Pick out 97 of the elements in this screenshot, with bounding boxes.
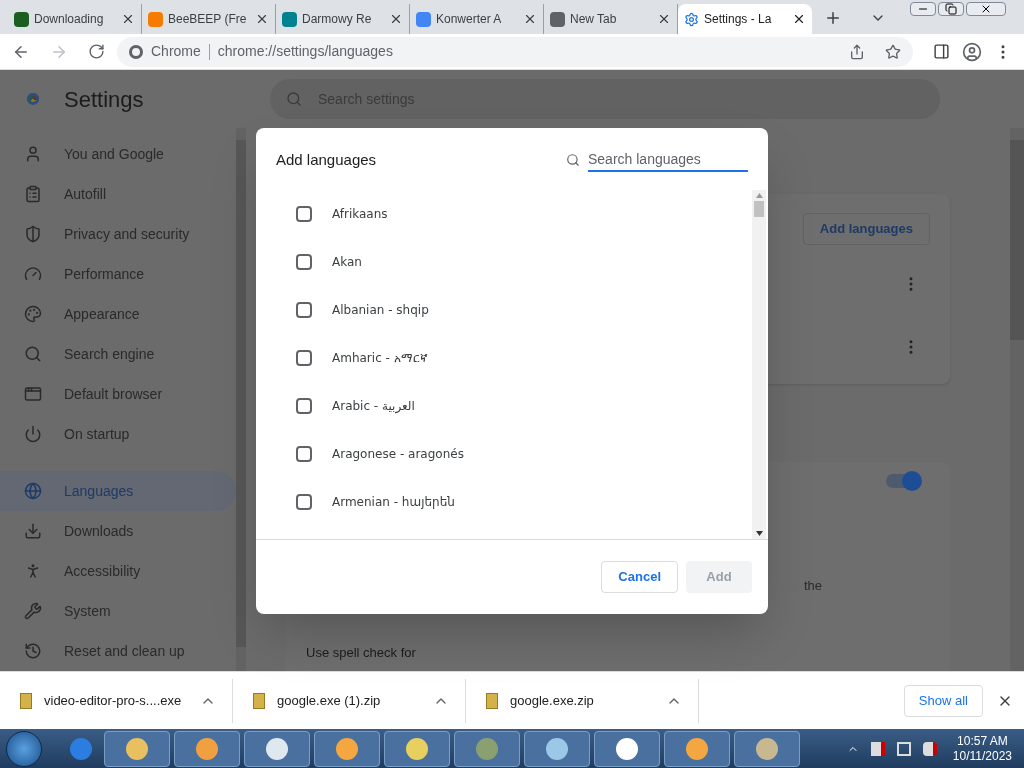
- restore-icon[interactable]: [938, 2, 964, 16]
- checkbox[interactable]: [296, 206, 312, 222]
- file-icon: [253, 692, 265, 709]
- browser-tab[interactable]: Settings - La: [678, 4, 812, 34]
- nav-item[interactable]: Privacy and security: [0, 214, 236, 254]
- person-icon: [24, 145, 42, 163]
- minimize-icon[interactable]: [910, 2, 936, 16]
- close-icon[interactable]: [255, 12, 269, 26]
- download-item[interactable]: video-editor-pro-s....exe: [0, 678, 233, 723]
- language-option[interactable]: Akan: [296, 238, 752, 286]
- language-option[interactable]: Amharic - አማርኛ: [296, 334, 752, 382]
- taskbar-app-icon[interactable]: [594, 731, 660, 767]
- nav-item[interactable]: Default browser: [0, 374, 236, 414]
- clock-date: 10/11/2023: [952, 749, 1012, 764]
- download-icon: [24, 522, 42, 540]
- file-icon: [486, 692, 498, 709]
- close-icon[interactable]: [792, 12, 806, 26]
- download-item[interactable]: google.exe.zip: [466, 678, 699, 723]
- taskbar-app-icon[interactable]: [384, 731, 450, 767]
- taskbar-app-icon[interactable]: [104, 731, 170, 767]
- scroll-down-icon[interactable]: [755, 531, 763, 536]
- wrench-icon: [24, 602, 42, 620]
- checkbox[interactable]: [296, 254, 312, 270]
- taskbar-app-icon[interactable]: [244, 731, 310, 767]
- search-languages-field[interactable]: Search languages: [588, 148, 748, 172]
- power-icon: [24, 425, 42, 443]
- browser-tab[interactable]: Downloading: [8, 4, 142, 34]
- taskbar-app-icon[interactable]: [664, 731, 730, 767]
- file-icon: [20, 692, 32, 709]
- checkbox[interactable]: [296, 494, 312, 510]
- palette-icon: [24, 305, 42, 323]
- toggle-switch[interactable]: [886, 474, 920, 488]
- address-bar[interactable]: Chrome chrome://settings/languages: [117, 36, 913, 67]
- nav-item[interactable]: You and Google: [0, 134, 236, 174]
- close-icon[interactable]: [657, 12, 671, 26]
- checkbox[interactable]: [296, 446, 312, 462]
- nav-item[interactable]: On startup: [0, 414, 236, 454]
- search-icon: [24, 345, 42, 363]
- cancel-button[interactable]: Cancel: [601, 561, 678, 593]
- site-icon: [14, 11, 29, 27]
- nav-item[interactable]: Reset and clean up: [0, 631, 236, 671]
- new-tab-icon[interactable]: [824, 9, 842, 27]
- nav-item[interactable]: Downloads: [0, 511, 236, 551]
- browser-tab[interactable]: BeeBEEP (Fre: [142, 4, 276, 34]
- language-option[interactable]: Arabic - العربية: [296, 382, 752, 430]
- site-icon: [416, 11, 431, 27]
- reload-icon[interactable]: [88, 43, 105, 60]
- nav-item[interactable]: Search engine: [0, 334, 236, 374]
- clock-time: 10:57 AM: [957, 734, 1008, 749]
- language-option[interactable]: Armenian - հայերեն: [296, 478, 752, 526]
- checkbox[interactable]: [296, 398, 312, 414]
- profile-icon[interactable]: [962, 41, 982, 62]
- dialog-title: Add languages: [276, 149, 377, 170]
- close-icon[interactable]: [121, 12, 135, 26]
- browser-tab[interactable]: Darmowy Re: [276, 4, 410, 34]
- nav-item[interactable]: Accessibility: [0, 551, 236, 591]
- language-option[interactable]: Albanian - shqip: [296, 286, 752, 334]
- checkbox[interactable]: [296, 350, 312, 366]
- site-icon: [550, 11, 565, 27]
- taskbar-app-icon[interactable]: [524, 731, 590, 767]
- nav-item[interactable]: Autofill: [0, 174, 236, 214]
- taskbar-app-icon[interactable]: [734, 731, 800, 767]
- nav-item[interactable]: Appearance: [0, 294, 236, 334]
- search-icon: [566, 153, 580, 167]
- bookmark-star-icon[interactable]: [885, 43, 901, 60]
- start-button[interactable]: [6, 731, 42, 767]
- browser-window-icon: [24, 385, 42, 403]
- side-panel-icon[interactable]: [933, 43, 950, 60]
- nav-item[interactable]: Performance: [0, 254, 236, 294]
- close-icon[interactable]: [389, 12, 403, 26]
- taskbar-app-icon[interactable]: [314, 731, 380, 767]
- nav-item[interactable]: System: [0, 591, 236, 631]
- gear-icon: [684, 11, 699, 27]
- history-icon: [24, 642, 42, 660]
- site-label: Chrome: [151, 42, 201, 61]
- close-icon[interactable]: [523, 12, 537, 26]
- share-icon[interactable]: [849, 43, 865, 60]
- scrollbar-thumb[interactable]: [754, 201, 764, 217]
- search-icon: [286, 91, 302, 107]
- shield-icon: [24, 225, 42, 243]
- language-option[interactable]: Afrikaans: [296, 190, 752, 238]
- browser-tab[interactable]: New Tab: [544, 4, 678, 34]
- site-icon: [282, 11, 297, 27]
- site-icon: [148, 11, 163, 27]
- browser-tab[interactable]: Konwerter A: [410, 4, 544, 34]
- language-option[interactable]: Aragonese - aragonés: [296, 430, 752, 478]
- description-text: the: [803, 577, 822, 595]
- close-icon[interactable]: [966, 2, 1006, 16]
- url-text: chrome://settings/languages: [217, 42, 394, 61]
- gauge-icon: [24, 265, 42, 283]
- globe-icon: [24, 482, 42, 500]
- download-item[interactable]: google.exe (1).zip: [233, 678, 466, 723]
- spell-check-label: Use spell check for: [306, 643, 417, 662]
- clipboard-icon: [24, 185, 42, 203]
- show-all-button[interactable]: Show all: [903, 684, 983, 717]
- checkbox[interactable]: [296, 302, 312, 318]
- settings-title: Settings: [64, 85, 144, 114]
